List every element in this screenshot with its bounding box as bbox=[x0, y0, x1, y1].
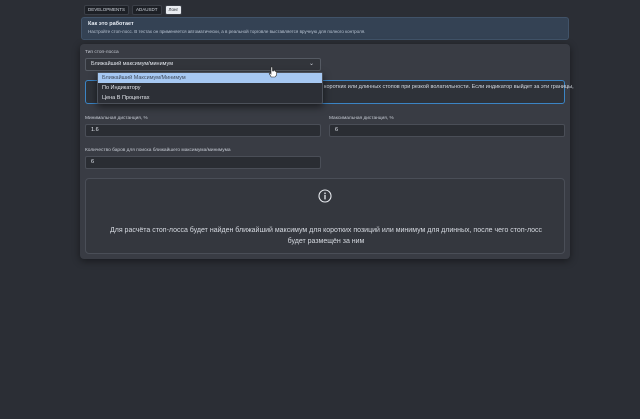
tab-long[interactable]: Лонг bbox=[164, 5, 183, 15]
bars-count-label: Количество баров для поиска ближайшего м… bbox=[85, 148, 231, 153]
option-nearest-high-low[interactable]: Ближайший Максимум/Минимум bbox=[98, 73, 322, 83]
max-distance-input[interactable]: 6 bbox=[329, 124, 565, 137]
stop-loss-type-value: Ближайший максимум/минимум bbox=[91, 61, 173, 67]
stop-loss-type-dropdown: Ближайший Максимум/Минимум По Индикатору… bbox=[97, 72, 323, 104]
hint-text: коротких или длинных стопов при резкой в… bbox=[324, 84, 574, 90]
tab-developments[interactable]: DEVELOPMENTS bbox=[84, 5, 130, 15]
stop-loss-type-label: Тип стоп-лосса bbox=[85, 50, 119, 55]
info-icon bbox=[318, 189, 332, 203]
info-callout: Для расчёта стоп-лосса будет найден ближ… bbox=[85, 178, 565, 254]
how-it-works-banner: Как это работает Настройте стоп-лосс. В … bbox=[81, 17, 569, 40]
banner-title: Как это работает bbox=[88, 21, 134, 27]
chevron-down-icon: ⌄ bbox=[308, 61, 314, 67]
option-by-indicator[interactable]: По Индикатору bbox=[98, 83, 322, 93]
min-distance-label: Минимальная дистанция, % bbox=[85, 116, 148, 121]
max-distance-label: Максимальная дистанция, % bbox=[329, 116, 394, 121]
top-tabs: DEVELOPMENTS ADAUSDT Лонг bbox=[84, 5, 183, 15]
bars-count-input[interactable]: 6 bbox=[85, 156, 321, 169]
tab-adausdt[interactable]: ADAUSDT bbox=[132, 5, 162, 15]
min-distance-input[interactable]: 1.6 bbox=[85, 124, 321, 137]
hand-cursor-icon bbox=[268, 66, 277, 78]
banner-description: Настройте стоп-лосс. В тестах он применя… bbox=[88, 29, 366, 34]
callout-text: Для расчёта стоп-лосса будет найден ближ… bbox=[110, 227, 542, 245]
option-percent-price[interactable]: Цена В Процентах bbox=[98, 93, 322, 103]
stop-loss-type-select[interactable]: Ближайший максимум/минимум ⌄ bbox=[85, 58, 321, 71]
